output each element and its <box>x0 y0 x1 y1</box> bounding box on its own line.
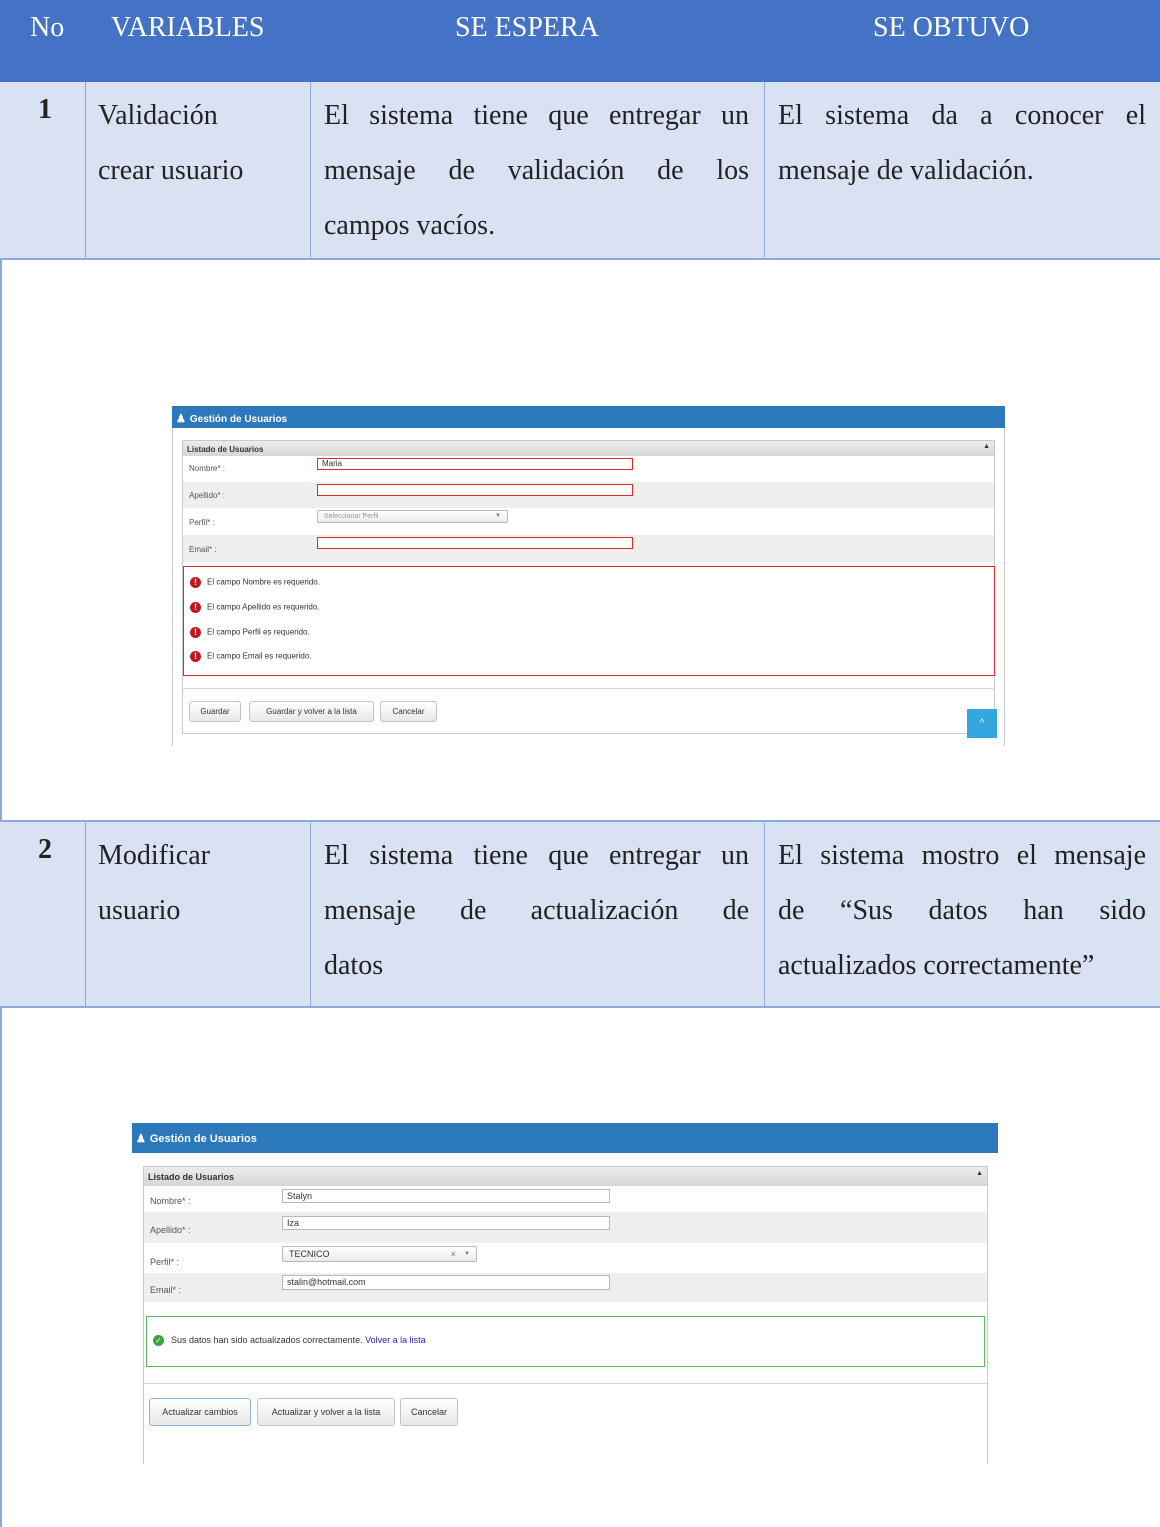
error-item: ! El campo Perfil es requerido. <box>190 627 310 638</box>
expected-line: El sistema tiene que entregar un <box>324 100 749 131</box>
email-label: Email* : <box>189 545 217 554</box>
collapse-icon[interactable]: ▲ <box>983 443 990 450</box>
variable-line: usuario <box>98 895 181 926</box>
cancel-button[interactable]: Cancelar <box>380 701 437 722</box>
row-number: 1 <box>38 94 52 125</box>
nombre-label: Nombre* : <box>189 464 226 473</box>
field-row-perfil: Perfil* : TECNICO × ▼ <box>144 1243 987 1273</box>
email-input[interactable]: stalin@hotmail.com <box>282 1275 610 1290</box>
nombre-input[interactable]: Maria <box>317 458 633 470</box>
perfil-placeholder: Seleccionar Perfil <box>324 513 379 520</box>
field-row-email: Email* : stalin@hotmail.com <box>144 1273 987 1302</box>
panel-header: Listado de Usuarios ▲ <box>183 441 994 456</box>
form-divider <box>183 688 994 689</box>
apellido-input[interactable] <box>317 484 633 496</box>
chevron-down-icon: ▼ <box>464 1251 470 1257</box>
field-row-perfil: Perfil* : Seleccionar Perfil ▼ <box>183 508 994 535</box>
field-row-apellido: Apellido* : <box>183 482 994 508</box>
header-variables: VARIABLES <box>111 12 265 43</box>
error-icon: ! <box>190 627 201 638</box>
field-row-nombre: Nombre* : Stalyn <box>144 1186 987 1212</box>
table-left-border <box>0 82 2 1527</box>
chevron-down-icon: ▼ <box>495 513 501 519</box>
nombre-input[interactable]: Stalyn <box>282 1189 610 1203</box>
perfil-select[interactable]: TECNICO × ▼ <box>282 1246 477 1262</box>
error-item: ! El campo Apellido es requerido. <box>190 602 320 613</box>
shot-edge <box>172 428 173 746</box>
field-row-email: Email* : <box>183 535 994 562</box>
obtained-line: mensaje de validación. <box>778 155 1034 186</box>
row-number: 2 <box>38 834 52 865</box>
update-and-back-button[interactable]: Actualizar y volver a la lista <box>257 1398 395 1426</box>
perfil-label: Perfil* : <box>150 1257 180 1267</box>
back-to-list-link[interactable]: Volver a la lista <box>365 1335 426 1345</box>
save-button[interactable]: Guardar <box>189 701 241 722</box>
row-divider <box>0 258 1160 260</box>
expected-line: El sistema tiene que entregar un <box>324 840 749 871</box>
expected-line: mensaje de validación de los <box>324 155 749 186</box>
chevron-up-icon: ^ <box>979 718 985 729</box>
save-and-back-button[interactable]: Guardar y volver a la lista <box>249 701 374 722</box>
table-row-1: 1 Validación crear usuario El sistema ti… <box>0 82 1160 258</box>
error-summary: ! El campo Nombre es requerido. ! El campo… <box>183 566 995 676</box>
check-icon: ✓ <box>153 1335 164 1347</box>
app-title: Gestión de Usuarios <box>189 414 288 425</box>
table-row-2: 2 Modificar usuario El sistema tiene que… <box>0 822 1160 1006</box>
header-no: No <box>30 12 65 43</box>
form-panel: Listado de Usuarios ▲ Nombre* : Maria Ap… <box>182 440 995 734</box>
expected-line: campos vacíos. <box>324 210 496 241</box>
variable-line: Validación <box>98 100 218 131</box>
error-item: ! El campo Email es requerido. <box>190 651 312 662</box>
expected-line: datos <box>324 950 384 981</box>
error-icon: ! <box>190 602 201 613</box>
error-icon: ! <box>190 577 201 588</box>
shot-edge <box>1004 428 1005 746</box>
apellido-input[interactable]: Iza <box>282 1216 610 1230</box>
form-divider <box>144 1383 987 1384</box>
perfil-label: Perfil* : <box>189 518 215 527</box>
obtained-line: El sistema mostro el mensaje <box>778 840 1146 871</box>
update-button[interactable]: Actualizar cambios <box>149 1398 251 1426</box>
email-label: Email* : <box>150 1285 182 1295</box>
users-icon: ♟ <box>176 413 186 425</box>
users-icon: ♟ <box>136 1133 146 1145</box>
variable-line: crear usuario <box>98 155 244 186</box>
error-item: ! El campo Nombre es requerido. <box>190 577 320 588</box>
obtained-line: de “Sus datos han sido <box>778 895 1146 926</box>
expected-line: mensaje de actualización de <box>324 895 749 926</box>
screenshot-validation: ♟ Gestión de Usuarios Listado de Usuarios… <box>172 406 1005 746</box>
apellido-label: Apellido* : <box>189 491 226 500</box>
perfil-select[interactable]: Seleccionar Perfil ▼ <box>317 510 508 523</box>
field-row-nombre: Nombre* : Maria <box>183 456 994 482</box>
table-header: No VARIABLES SE ESPERA SE OBTUVO <box>0 0 1160 82</box>
success-text: ✓ Sus datos han sido actualizados correct… <box>153 1335 426 1347</box>
email-input[interactable] <box>317 537 633 549</box>
collapse-icon[interactable]: ▲ <box>976 1170 983 1177</box>
obtained-line: actualizados correctamente” <box>778 950 1095 981</box>
apellido-label: Apellido* : <box>150 1225 191 1235</box>
panel-header: Listado de Usuarios ▲ <box>144 1167 987 1186</box>
error-icon: ! <box>190 651 201 662</box>
obtained-line: El sistema da a conocer el <box>778 100 1146 131</box>
form-panel: Listado de Usuarios ▲ Nombre* : Stalyn A… <box>143 1166 988 1464</box>
variable-line: Modificar <box>98 840 210 871</box>
cancel-button[interactable]: Cancelar <box>400 1398 458 1426</box>
clear-icon[interactable]: × <box>451 1247 456 1261</box>
panel-title: Listado de Usuarios <box>148 1172 235 1182</box>
perfil-value: TECNICO <box>289 1249 330 1259</box>
screenshot-update: ♟ Gestión de Usuarios Listado de Usuarios… <box>132 1123 998 1464</box>
panel-title: Listado de Usuarios <box>187 445 264 454</box>
scroll-top-button[interactable]: ^ <box>967 709 997 738</box>
header-obtained: SE OBTUVO <box>873 12 1030 43</box>
header-expected: SE ESPERA <box>455 12 599 43</box>
app-title-bar: ♟ Gestión de Usuarios <box>172 406 1005 428</box>
row-divider <box>0 1006 1160 1008</box>
success-message: ✓ Sus datos han sido actualizados correct… <box>146 1316 985 1367</box>
nombre-label: Nombre* : <box>150 1196 191 1206</box>
app-title: Gestión de Usuarios <box>149 1133 257 1145</box>
app-title-bar: ♟ Gestión de Usuarios <box>132 1123 998 1153</box>
field-row-apellido: Apellido* : Iza <box>144 1212 987 1243</box>
success-label: Sus datos han sido actualizados correcta… <box>171 1335 363 1345</box>
